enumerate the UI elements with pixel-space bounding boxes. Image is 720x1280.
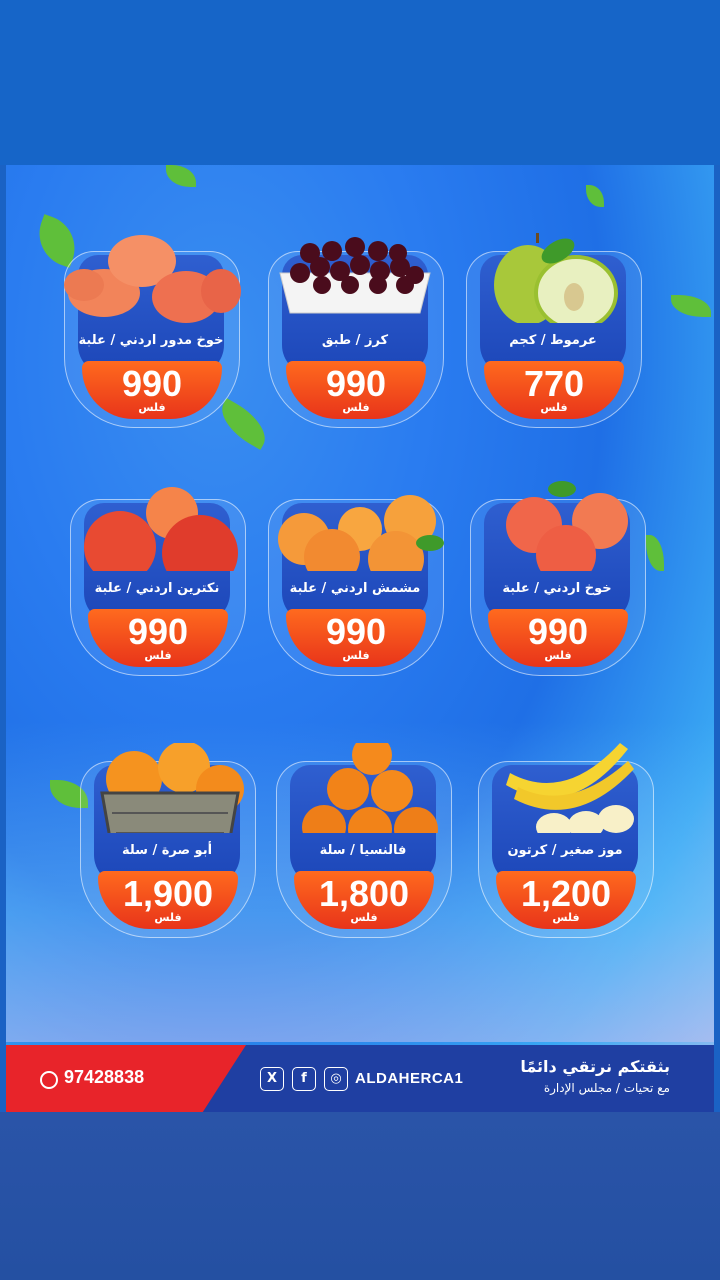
product-name: خوخ اردني / علبة (502, 581, 612, 596)
slogan: بثقتكم نرتقي دائمًا (520, 1057, 670, 1076)
product-card: نكترين اردني / علبة 990 فلس (62, 481, 252, 691)
price-tag: 1,800 فلس (294, 871, 434, 929)
offer-poster: عرموط / كجم 770 فلس كرز / طبق 990 فلس خو… (6, 165, 714, 1112)
price-value: 1,900 (122, 873, 214, 914)
slogan-sub: مع تحيات / مجلس الإدارة (543, 1081, 670, 1095)
price-value: 990 (527, 611, 589, 652)
price-value: 1,800 (318, 873, 410, 914)
price-unit: فلس (342, 401, 370, 414)
whatsapp-icon (40, 1071, 58, 1089)
price-unit: فلس (138, 401, 166, 414)
price-tag: 990 فلس (82, 361, 222, 419)
price-value: 990 (121, 363, 183, 404)
cherries-image (279, 237, 431, 314)
facebook-icon[interactable]: f (292, 1067, 316, 1091)
product-card: مشمش اردني / علبة 990 فلس (260, 481, 450, 691)
navel-orange-basket-image (100, 743, 244, 833)
instagram-icon[interactable]: ◎ (324, 1067, 348, 1091)
leaf-decoration (166, 165, 196, 187)
price-tag: 990 فلس (88, 609, 228, 667)
price-tag: 1,200 فلس (496, 871, 636, 929)
price-unit: فلس (540, 401, 568, 414)
price-unit: فلس (544, 649, 572, 662)
product-card: خوخ اردني / علبة 990 فلس (462, 481, 652, 691)
product-name: خوخ مدور اردني / علبة (78, 333, 224, 348)
price-tag: 990 فلس (488, 609, 628, 667)
price-tag: 770 فلس (484, 361, 624, 419)
product-name: نكترين اردني / علبة (94, 581, 220, 596)
product-name: كرز / طبق (321, 333, 389, 348)
valencia-orange-image (302, 743, 438, 833)
phone-number[interactable]: 97428838 (64, 1067, 144, 1088)
price-unit: فلس (552, 911, 580, 924)
product-name: عرموط / كجم (509, 333, 597, 348)
price-unit: فلس (342, 649, 370, 662)
peach-image (506, 481, 628, 571)
pear-image (494, 233, 618, 323)
price-unit: فلس (144, 649, 172, 662)
product-card: كرز / طبق 990 فلس (260, 233, 450, 443)
banana-image (506, 743, 634, 833)
product-name: مشمش اردني / علبة (289, 581, 421, 596)
leaf-decoration (671, 295, 711, 317)
apricot-image (278, 495, 444, 571)
product-card: فالنسيا / سلة 1,800 فلس (268, 743, 458, 953)
price-value: 990 (127, 611, 189, 652)
product-name: أبو صرة / سلة (121, 843, 213, 858)
footer-bar: 97428838 X f ◎ ALDAHERCA1 بثقتكم نرتقي د… (6, 1045, 714, 1112)
leaf-decoration (586, 185, 604, 207)
flat-peach-image (64, 235, 241, 323)
social-handle[interactable]: ALDAHERCA1 (355, 1070, 463, 1087)
product-name: فالنسيا / سلة (319, 843, 407, 858)
price-unit: فلس (154, 911, 182, 924)
product-card: موز صغير / كرتون 1,200 فلس (470, 743, 660, 953)
price-tag: 990 فلس (286, 361, 426, 419)
price-tag: 990 فلس (286, 609, 426, 667)
product-card: عرموط / كجم 770 فلس (458, 233, 648, 443)
product-card: خوخ مدور اردني / علبة 990 فلس (56, 233, 246, 443)
top-band (0, 0, 720, 165)
price-value: 1,200 (520, 873, 612, 914)
price-value: 990 (325, 611, 387, 652)
product-name: موز صغير / كرتون (507, 843, 623, 858)
nectarine-image (84, 487, 238, 571)
x-icon[interactable]: X (260, 1067, 284, 1091)
price-value: 770 (523, 363, 585, 404)
bottom-band (0, 1112, 720, 1280)
product-card: أبو صرة / سلة 1,900 فلس (72, 743, 262, 953)
price-value: 990 (325, 363, 387, 404)
price-unit: فلس (350, 911, 378, 924)
price-tag: 1,900 فلس (98, 871, 238, 929)
